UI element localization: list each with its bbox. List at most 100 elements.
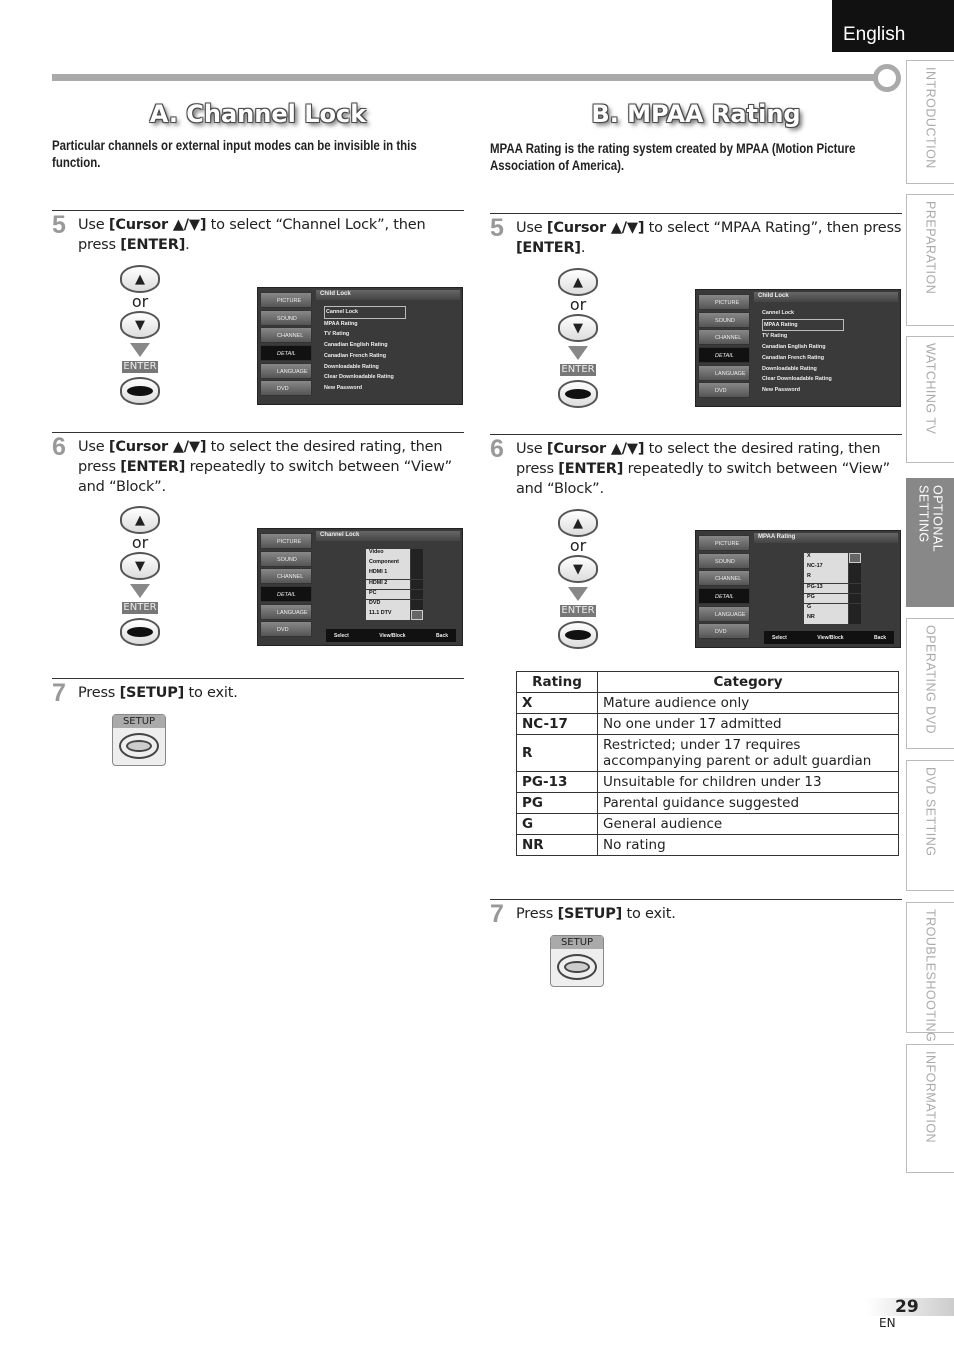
- enter-button[interactable]: [558, 380, 598, 408]
- key-label: [Cursor ▲/▼]: [546, 220, 645, 236]
- rating-row[interactable]: G: [804, 603, 861, 614]
- rating-row[interactable]: NR: [804, 614, 861, 624]
- step-number: 7: [490, 900, 504, 928]
- menu-side-item[interactable]: SOUND: [260, 309, 312, 326]
- menu-title: Channel Lock: [316, 531, 460, 541]
- menu-item[interactable]: Downloadable Rating: [762, 364, 844, 375]
- cursor-up-button[interactable]: ▲: [120, 265, 160, 293]
- enter-label: ENTER: [560, 605, 596, 617]
- key-label: [Cursor ▲/▼]: [546, 441, 645, 457]
- rating-row[interactable]: R: [804, 573, 861, 583]
- menu-side-item[interactable]: DETAIL: [698, 588, 750, 605]
- menu-title: Child Lock: [754, 292, 898, 302]
- menu-item[interactable]: New Password: [324, 383, 406, 394]
- rating-row[interactable]: 11.1 DTV: [366, 610, 423, 620]
- menu-side-item[interactable]: CHANNEL: [260, 327, 312, 344]
- menu-side-item[interactable]: DVD: [698, 623, 750, 640]
- step-text: to exit.: [622, 906, 676, 922]
- menu-side-item[interactable]: PICTURE: [260, 292, 312, 308]
- cursor-down-button[interactable]: ▼: [120, 552, 160, 580]
- step-text: Press: [516, 906, 558, 922]
- menu-side-item[interactable]: CHANNEL: [698, 329, 750, 346]
- menu-item[interactable]: Canadian French Rating: [324, 351, 406, 362]
- tv-menu-screen: PICTURE SOUND CHANNEL DETAIL LANGUAGE DVD MPA…: [695, 530, 901, 648]
- menu-side-item[interactable]: PICTURE: [260, 533, 312, 549]
- page-number: 29: [866, 1298, 954, 1316]
- remote-buttons: ▲ or ▼ ENTER: [548, 268, 608, 408]
- enter-button[interactable]: [558, 621, 598, 649]
- menu-item[interactable]: TV Rating: [324, 329, 406, 340]
- menu-side-item[interactable]: CHANNEL: [698, 570, 750, 587]
- step-number: 6: [490, 435, 504, 463]
- side-tab[interactable]: PREPARATION: [906, 194, 954, 326]
- lock-slot: [411, 549, 423, 559]
- menu-side-item[interactable]: SOUND: [260, 550, 312, 567]
- menu-side-item[interactable]: DETAIL: [698, 347, 750, 364]
- menu-item[interactable]: Canadian English Rating: [324, 340, 406, 351]
- section-title: A. Channel Lock: [149, 100, 367, 128]
- side-tab[interactable]: INTRODUCTION: [906, 60, 954, 184]
- cursor-down-button[interactable]: ▼: [558, 555, 598, 583]
- rating-label: PG-13: [804, 583, 848, 594]
- step-5: 5 Use [Cursor ▲/▼] to select “MPAA Ratin…: [490, 213, 902, 258]
- cursor-up-button[interactable]: ▲: [558, 509, 598, 537]
- menu-side-item[interactable]: DVD: [260, 621, 312, 638]
- menu-side-item[interactable]: PICTURE: [698, 535, 750, 551]
- setup-button[interactable]: SETUP: [550, 935, 604, 987]
- menu-item[interactable]: Cannel Lock: [762, 308, 844, 319]
- rating-label: HDMI 1: [366, 569, 410, 579]
- table-cell: NC-17: [516, 713, 598, 735]
- rating-row[interactable]: NC-17: [804, 563, 861, 573]
- side-tab[interactable]: INFORMATION: [906, 1044, 954, 1173]
- rating-row[interactable]: Video: [366, 549, 423, 559]
- menu-item[interactable]: Clear Downloadable Rating: [324, 372, 406, 383]
- cursor-down-button[interactable]: ▼: [120, 311, 160, 339]
- menu-side-item[interactable]: LANGUAGE: [260, 603, 312, 620]
- menu-item[interactable]: Downloadable Rating: [324, 362, 406, 373]
- lock-slot: [849, 573, 861, 583]
- menu-item[interactable]: Clear Downloadable Rating: [762, 374, 844, 385]
- menu-item[interactable]: Canadian French Rating: [762, 353, 844, 364]
- down-arrow-icon: [568, 346, 588, 360]
- cursor-down-button[interactable]: ▼: [558, 314, 598, 342]
- setup-button[interactable]: SETUP: [112, 714, 166, 766]
- rating-label: DVD: [366, 599, 410, 610]
- side-tab[interactable]: OPTIONAL SETTING: [906, 478, 954, 607]
- menu-item[interactable]: TV Rating: [762, 331, 844, 342]
- side-tab[interactable]: TROUBLESHOOTING: [906, 902, 954, 1042]
- menu-side-item[interactable]: DVD: [260, 380, 312, 397]
- menu-side-item[interactable]: DVD: [698, 382, 750, 399]
- lock-slot: [849, 563, 861, 573]
- rating-row[interactable]: PG: [804, 593, 861, 604]
- rating-row[interactable]: PC: [366, 589, 423, 600]
- menu-item[interactable]: MPAA Rating: [762, 318, 844, 332]
- menu-side-item[interactable]: SOUND: [698, 311, 750, 328]
- menu-side-item[interactable]: PICTURE: [698, 294, 750, 310]
- side-tab[interactable]: DVD SETTING: [906, 760, 954, 891]
- menu-side-item[interactable]: LANGUAGE: [260, 362, 312, 379]
- rating-row[interactable]: Component: [366, 559, 423, 569]
- rating-row[interactable]: PG-13: [804, 583, 861, 594]
- side-tab[interactable]: OPERATING DVD: [906, 618, 954, 749]
- menu-item[interactable]: MPAA Rating: [324, 319, 406, 330]
- menu-item[interactable]: Cannel Lock: [324, 306, 406, 319]
- menu-side-item[interactable]: DETAIL: [260, 586, 312, 603]
- menu-side-item[interactable]: SOUND: [698, 552, 750, 569]
- menu-item[interactable]: Canadian English Rating: [762, 342, 844, 353]
- menu-side-item[interactable]: DETAIL: [260, 345, 312, 362]
- menu-side-item[interactable]: LANGUAGE: [698, 364, 750, 381]
- lock-slot: [411, 569, 423, 579]
- enter-button[interactable]: [120, 618, 160, 646]
- rating-row[interactable]: DVD: [366, 599, 423, 610]
- step-text: Press: [78, 685, 120, 701]
- rating-row[interactable]: X: [804, 553, 861, 563]
- side-tab[interactable]: WATCHING TV: [906, 336, 954, 463]
- rating-row[interactable]: HDMI 2: [366, 579, 423, 590]
- menu-side-item[interactable]: LANGUAGE: [698, 605, 750, 622]
- cursor-up-button[interactable]: ▲: [120, 506, 160, 534]
- menu-side-item[interactable]: CHANNEL: [260, 568, 312, 585]
- cursor-up-button[interactable]: ▲: [558, 268, 598, 296]
- menu-item[interactable]: New Password: [762, 385, 844, 396]
- enter-button[interactable]: [120, 377, 160, 405]
- rating-row[interactable]: HDMI 1: [366, 569, 423, 579]
